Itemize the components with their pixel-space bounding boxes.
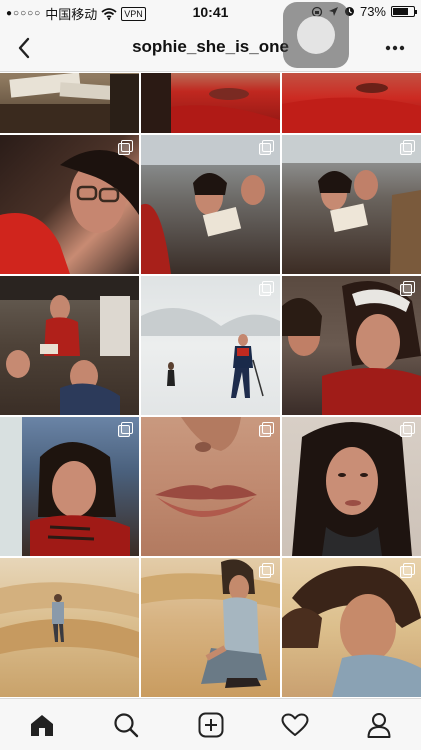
carousel-icon (259, 563, 275, 579)
assistive-touch-button[interactable] (283, 2, 349, 68)
photo-grid (0, 73, 421, 698)
status-bar: ●○○○○ 中国移动 VPN 10:41 73% (0, 0, 421, 24)
carousel-icon (118, 140, 134, 156)
photo-tile[interactable] (0, 417, 139, 556)
photo-art (282, 83, 421, 133)
carousel-icon (259, 281, 275, 297)
photo-tile[interactable] (282, 276, 421, 415)
photo-tile[interactable] (282, 417, 421, 556)
battery-percent: 73% (359, 4, 386, 19)
photo-tile[interactable] (282, 558, 421, 697)
photo-art (0, 582, 139, 658)
battery-icon (391, 6, 417, 17)
photo-tile[interactable] (0, 73, 139, 133)
carousel-icon (259, 140, 275, 156)
profile-username-title: sophie_she_is_one (132, 37, 289, 56)
tab-home[interactable] (0, 699, 84, 750)
photo-art (0, 276, 139, 415)
photo-tile[interactable] (0, 135, 139, 274)
carousel-icon (400, 422, 416, 438)
add-post-icon (198, 712, 223, 737)
photo-tile[interactable] (141, 417, 280, 556)
carousel-icon (400, 563, 416, 579)
more-dots-icon (385, 45, 405, 51)
carousel-icon (259, 422, 275, 438)
profile-icon (367, 712, 391, 738)
photo-tile[interactable] (141, 73, 280, 133)
photo-art (141, 73, 280, 133)
photo-tile[interactable] (141, 135, 280, 274)
nav-bar: sophie_she_is_one (0, 24, 421, 72)
photo-art (0, 73, 139, 133)
photo-tile[interactable] (282, 135, 421, 274)
tab-activity[interactable] (253, 699, 337, 750)
home-icon (31, 714, 54, 736)
photo-tile[interactable] (0, 276, 139, 415)
tab-profile[interactable] (337, 699, 421, 750)
battery-fill (393, 8, 408, 15)
photo-tile[interactable] (0, 558, 139, 697)
photo-tile[interactable] (282, 73, 421, 133)
more-options-button[interactable] (381, 34, 409, 62)
photo-tile[interactable] (141, 558, 280, 697)
tab-search[interactable] (84, 699, 168, 750)
carousel-icon (400, 140, 416, 156)
carousel-icon (118, 422, 134, 438)
search-icon (114, 712, 139, 737)
carousel-icon (400, 281, 416, 297)
bottom-tab-bar (0, 698, 421, 750)
photo-tile[interactable] (141, 276, 280, 415)
heart-icon (281, 713, 309, 736)
tab-new-post[interactable] (168, 699, 252, 750)
